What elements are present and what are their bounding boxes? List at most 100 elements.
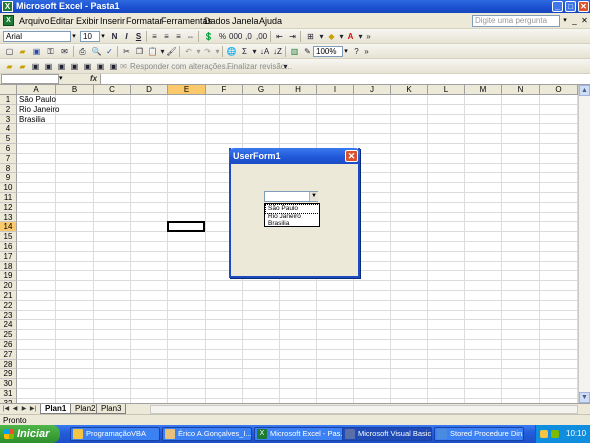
- spelling-icon[interactable]: ✓: [104, 46, 115, 57]
- vertical-scrollbar[interactable]: ▲ ▼: [578, 85, 590, 403]
- toolbar-options-icon[interactable]: ▾: [280, 61, 291, 72]
- chart-wizard-icon[interactable]: ▥: [289, 46, 300, 57]
- column-header[interactable]: D: [131, 85, 168, 95]
- column-header[interactable]: B: [56, 85, 94, 95]
- formula-input[interactable]: [100, 74, 590, 84]
- column-header[interactable]: C: [94, 85, 131, 95]
- row-header[interactable]: 19: [0, 271, 17, 282]
- toolbar-options-icon[interactable]: »: [363, 31, 374, 42]
- row-header[interactable]: 8: [0, 163, 17, 174]
- review-folder2-icon[interactable]: ▰: [17, 61, 28, 72]
- maximize-button[interactable]: □: [565, 1, 576, 12]
- sort-ascending-icon[interactable]: ↓A: [259, 46, 270, 57]
- row-header[interactable]: 5: [0, 134, 17, 144]
- row-header[interactable]: 7: [0, 153, 17, 164]
- close-button[interactable]: ✕: [578, 1, 589, 12]
- column-header[interactable]: F: [206, 85, 243, 95]
- row-header[interactable]: 4: [0, 124, 17, 135]
- open-icon[interactable]: ▰: [17, 46, 28, 57]
- cell-A3[interactable]: Brasilia: [19, 115, 45, 124]
- align-right-icon[interactable]: ≡: [173, 31, 184, 42]
- underline-button[interactable]: S: [133, 31, 144, 42]
- menu-exibir[interactable]: Exibir: [76, 16, 99, 26]
- zoom-combo[interactable]: 100%: [313, 46, 343, 57]
- column-header[interactable]: K: [391, 85, 428, 95]
- row-header[interactable]: 24: [0, 320, 17, 331]
- first-sheet-icon[interactable]: |◀: [2, 405, 10, 414]
- select-all-corner[interactable]: [0, 85, 17, 95]
- menu-dados[interactable]: Dados: [204, 16, 230, 26]
- bold-button[interactable]: N: [109, 31, 120, 42]
- column-header[interactable]: H: [280, 85, 317, 95]
- scroll-down-icon[interactable]: ▼: [579, 392, 590, 403]
- toolbar-options-icon[interactable]: »: [361, 46, 372, 57]
- review-folder-icon[interactable]: ▰: [4, 61, 15, 72]
- decrease-decimal-icon[interactable]: ,00: [256, 31, 267, 42]
- dropdown-item-brasilia[interactable]: Brasilia: [266, 220, 319, 228]
- reply-with-changes-button[interactable]: Responder com alterações...: [130, 62, 232, 71]
- new-icon[interactable]: ▢: [4, 46, 15, 57]
- email-icon[interactable]: ✉: [59, 46, 70, 57]
- dropdown-item-sao-paulo[interactable]: São Paulo: [265, 204, 320, 214]
- horizontal-scrollbar[interactable]: [150, 405, 578, 414]
- row-header[interactable]: 27: [0, 349, 17, 360]
- row-header[interactable]: 30: [0, 379, 17, 389]
- task-button[interactable]: ProgramaçãoVBA: [70, 427, 160, 441]
- font-name-combo[interactable]: Arial: [3, 31, 71, 42]
- menu-editar[interactable]: Editar: [50, 16, 74, 26]
- format-painter-icon[interactable]: 🖌: [166, 46, 177, 57]
- row-header[interactable]: 26: [0, 340, 17, 350]
- reply-changes-icon[interactable]: ✉: [118, 61, 129, 72]
- percent-icon[interactable]: %: [217, 31, 228, 42]
- ask-dropdown-icon[interactable]: ▾: [561, 15, 569, 27]
- print-preview-icon[interactable]: 🔍: [91, 46, 102, 57]
- print-icon[interactable]: ⎙: [77, 46, 88, 57]
- review-tool5-icon[interactable]: ▣: [82, 61, 93, 72]
- next-sheet-icon[interactable]: ▶: [20, 405, 28, 414]
- decrease-indent-icon[interactable]: ⇤: [274, 31, 285, 42]
- menu-ajuda[interactable]: Ajuda: [259, 16, 282, 26]
- minimize-button[interactable]: _: [552, 1, 563, 12]
- cell-A2[interactable]: Rio Janeiro: [19, 105, 59, 114]
- row-header[interactable]: 1: [0, 95, 17, 105]
- review-tool2-icon[interactable]: ▣: [43, 61, 54, 72]
- font-size-dropdown-icon[interactable]: ▾: [99, 31, 107, 42]
- column-header[interactable]: N: [502, 85, 540, 95]
- currency-icon[interactable]: 💲: [203, 31, 214, 42]
- menu-janela[interactable]: Janela: [232, 16, 259, 26]
- scroll-up-icon[interactable]: ▲: [579, 85, 590, 96]
- cell-A1[interactable]: São Paulo: [19, 95, 56, 104]
- column-header[interactable]: I: [317, 85, 354, 95]
- column-header[interactable]: A: [17, 85, 56, 95]
- italic-button[interactable]: I: [121, 31, 132, 42]
- sort-descending-icon[interactable]: ↓Z: [272, 46, 283, 57]
- row-header[interactable]: 28: [0, 359, 17, 370]
- hyperlink-icon[interactable]: 🌐: [226, 46, 237, 57]
- row-header[interactable]: 16: [0, 242, 17, 252]
- row-header[interactable]: 11: [0, 193, 17, 203]
- column-header[interactable]: E: [168, 85, 206, 95]
- workbook-icon[interactable]: X: [3, 15, 14, 26]
- permission-icon[interactable]: ⚿: [45, 46, 56, 57]
- font-size-combo[interactable]: 10: [80, 31, 100, 42]
- doc-minimize-button[interactable]: _: [570, 16, 579, 25]
- tray-icon[interactable]: [540, 430, 548, 438]
- prev-sheet-icon[interactable]: ◀: [11, 405, 19, 414]
- row-header[interactable]: 9: [0, 173, 17, 184]
- last-sheet-icon[interactable]: ▶|: [29, 405, 37, 414]
- userform-title-bar[interactable]: UserForm1: [229, 148, 360, 164]
- review-tool3-icon[interactable]: ▣: [56, 61, 67, 72]
- dropdown-item-rio-janeiro[interactable]: Rio Janeiro: [266, 213, 319, 221]
- row-header[interactable]: 31: [0, 389, 17, 399]
- column-header[interactable]: M: [465, 85, 502, 95]
- row-header[interactable]: 6: [0, 144, 17, 154]
- menu-arquivo[interactable]: Arquivo: [19, 16, 50, 26]
- task-button[interactable]: Érico A.Gonçalves_I...: [162, 427, 252, 441]
- align-left-icon[interactable]: ≡: [149, 31, 160, 42]
- merge-center-icon[interactable]: ⇔: [185, 31, 196, 42]
- combo-box[interactable]: ▼: [264, 191, 318, 202]
- row-header[interactable]: 22: [0, 300, 17, 311]
- menu-inserir[interactable]: Inserir: [100, 16, 125, 26]
- review-tool6-icon[interactable]: ▣: [95, 61, 106, 72]
- drawing-icon[interactable]: ✎: [302, 46, 313, 57]
